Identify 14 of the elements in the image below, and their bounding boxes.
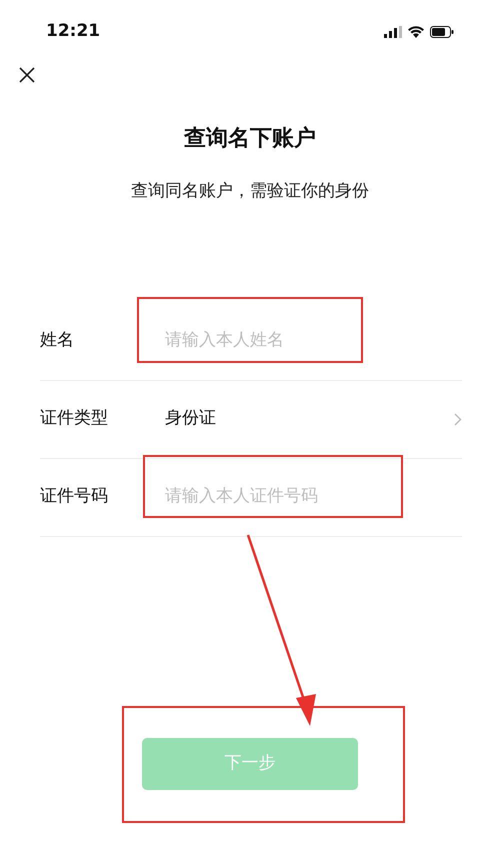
id-type-select[interactable]: 身份证 bbox=[165, 406, 462, 432]
page-subtitle: 查询同名账户，需验证你的身份 bbox=[130, 180, 370, 203]
text-field[interactable]: 请输入本人证件号码 bbox=[165, 484, 462, 510]
field-label: 姓名 bbox=[40, 329, 75, 352]
battery-icon bbox=[430, 26, 454, 38]
page-title: 查询名下账户 bbox=[182, 125, 317, 153]
wifi-icon bbox=[408, 26, 424, 38]
signal-icon bbox=[384, 26, 402, 38]
text-field[interactable]: 请输入本人姓名 bbox=[165, 328, 462, 354]
status-time: 12:21 bbox=[46, 20, 100, 44]
field-label: 证件类型 bbox=[40, 407, 109, 430]
field-label: 证件号码 bbox=[40, 485, 109, 508]
close-icon[interactable] bbox=[18, 66, 36, 84]
chevron-right-icon bbox=[454, 412, 462, 426]
